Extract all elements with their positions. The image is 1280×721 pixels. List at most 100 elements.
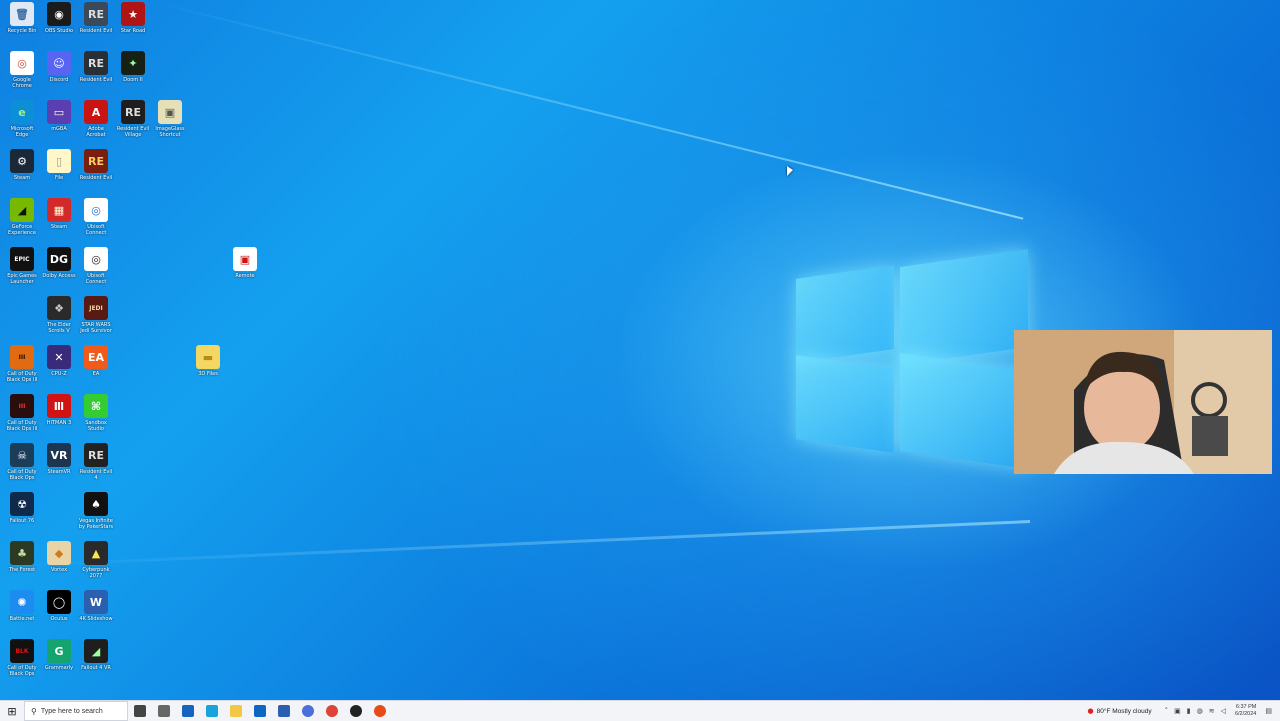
taskbar-app-chrome[interactable]: [320, 701, 344, 721]
desktop-icon[interactable]: ▬3D Files: [190, 345, 226, 377]
app-icon: 🗑: [10, 2, 34, 26]
desktop-icon[interactable]: EPICEpic Games Launcher: [4, 247, 40, 285]
app-icon: ▬: [196, 345, 220, 369]
search-placeholder: Type here to search: [41, 708, 103, 715]
taskbar-app-chrome-profile[interactable]: [296, 701, 320, 721]
desktop-icon[interactable]: REResident Evil Village: [115, 100, 151, 138]
taskbar-app-store[interactable]: [248, 701, 272, 721]
app-icon: A: [84, 100, 108, 124]
taskbar-app-file-explorer[interactable]: [224, 701, 248, 721]
taskbar-app-mail[interactable]: [176, 701, 200, 721]
desktop-icon[interactable]: ☠Call of Duty Black Ops: [4, 443, 40, 481]
taskbar-app-cortana[interactable]: [128, 701, 152, 721]
webcam-person-illustration: [1014, 330, 1272, 474]
desktop-icon[interactable]: REResident Evil: [78, 51, 114, 83]
desktop-icon[interactable]: ♣The Forest: [4, 541, 40, 573]
desktop-icon[interactable]: 🗑Recycle Bin: [4, 2, 40, 34]
network-icon[interactable]: ▣: [1174, 707, 1181, 715]
app-icon: e: [10, 100, 34, 124]
desktop-icon[interactable]: ☺Discord: [41, 51, 77, 83]
microphone-icon[interactable]: ◍: [1197, 707, 1203, 715]
desktop-icon-label: Star Road: [115, 28, 151, 34]
desktop-icon[interactable]: VR SteamVR: [41, 443, 77, 475]
desktop-icon[interactable]: ▦Steam: [41, 198, 77, 230]
desktop-icon-label: Doom II: [115, 77, 151, 83]
app-icon: ◢: [10, 198, 34, 222]
desktop-icon[interactable]: ▭mGBA: [41, 100, 77, 132]
desktop-icon[interactable]: DGDolby Access: [41, 247, 77, 279]
chevron-up-icon[interactable]: ˄: [1165, 707, 1169, 715]
clock-time: 6:37 PM: [1235, 704, 1256, 711]
weather-widget[interactable]: 80°F Mostly cloudy: [1097, 708, 1152, 715]
desktop-icon[interactable]: GGrammarly: [41, 639, 77, 671]
app-icon: ▲: [84, 541, 108, 565]
app-icon: ☠: [10, 443, 34, 467]
webcam-overlay: [1014, 330, 1272, 474]
app-icon: VR: [47, 443, 71, 467]
desktop-icon[interactable]: IIICall of Duty Black Ops III: [4, 345, 40, 383]
desktop-icon[interactable]: IIICall of Duty Black Ops III: [4, 394, 40, 432]
taskbar-app-edge[interactable]: [200, 701, 224, 721]
desktop-icon[interactable]: ⌘Sandbox Studio: [78, 394, 114, 432]
taskbar-apps: [128, 701, 392, 721]
desktop-icon-label: The Forest: [4, 567, 40, 573]
desktop-icon[interactable]: EAEA: [78, 345, 114, 377]
desktop-icon[interactable]: ◆Vortex: [41, 541, 77, 573]
desktop-icon[interactable]: ◯Oculus: [41, 590, 77, 622]
volume-icon[interactable]: ◁: [1221, 707, 1226, 715]
taskbar: ⊞ ⚲ Type here to search ● 80°F Mostly cl…: [0, 700, 1280, 721]
wifi-icon[interactable]: ≋: [1209, 707, 1215, 715]
desktop-icon[interactable]: JEDISTAR WARS Jedi Survivor: [78, 296, 114, 334]
app-icon: EPIC: [10, 247, 34, 271]
app-icon: ▣: [158, 100, 182, 124]
app-icon: ☢: [10, 492, 34, 516]
desktop-icon[interactable]: ◎Ubisoft Connect: [78, 247, 114, 285]
taskbar-search-box[interactable]: ⚲ Type here to search: [24, 701, 128, 721]
desktop-icon[interactable]: ▣Remote: [227, 247, 263, 279]
desktop-icon-label: Vegas Infinite by PokerStars: [78, 518, 114, 530]
desktop-icon-label: OBS Studio: [41, 28, 77, 34]
start-button[interactable]: ⊞: [0, 701, 24, 721]
notifications-icon[interactable]: ▤: [1265, 707, 1272, 715]
desktop-icon-label: HITMAN 3: [41, 420, 77, 426]
desktop-icon[interactable]: ☢Fallout 76: [4, 492, 40, 524]
desktop-icon[interactable]: ◎Ubisoft Connect: [78, 198, 114, 236]
desktop-icon[interactable]: REResident Evil: [78, 2, 114, 34]
obs-icon: [350, 705, 362, 717]
desktop-icon[interactable]: ❖The Elder Scrolls V: [41, 296, 77, 334]
desktop-icon[interactable]: ⅢHITMAN 3: [41, 394, 77, 426]
desktop-icon-label: Resident Evil: [78, 77, 114, 83]
desktop-icon[interactable]: ◉OBS Studio: [41, 2, 77, 34]
desktop-icon-label: SteamVR: [41, 469, 77, 475]
app-icon: DG: [47, 247, 71, 271]
taskbar-app-word[interactable]: [272, 701, 296, 721]
desktop-icon[interactable]: ▣ImageGlass Shortcut: [152, 100, 188, 138]
desktop-icon[interactable]: ✕CPU-Z: [41, 345, 77, 377]
app-icon: ▯: [47, 149, 71, 173]
desktop-icon[interactable]: eMicrosoft Edge: [4, 100, 40, 138]
taskbar-app-acrobat[interactable]: [368, 701, 392, 721]
desktop-icon[interactable]: ▲Cyberpunk 2077: [78, 541, 114, 579]
desktop-icon[interactable]: W4K Slideshow: [78, 590, 114, 622]
desktop-icon[interactable]: REResident Evil 4: [78, 443, 114, 481]
desktop-icon[interactable]: ◢Fallout 4 VR: [78, 639, 114, 671]
logo-pane-top-right: [900, 249, 1028, 365]
battery-icon[interactable]: ▮: [1187, 707, 1191, 715]
mouse-cursor: [787, 166, 793, 176]
desktop-icon[interactable]: ◢GeForce Experience: [4, 198, 40, 236]
taskbar-app-task-view[interactable]: [152, 701, 176, 721]
task-view-icon: [158, 705, 170, 717]
desktop-icon[interactable]: AAdobe Acrobat: [78, 100, 114, 138]
desktop-icon[interactable]: ◎Google Chrome: [4, 51, 40, 89]
desktop-icon[interactable]: ✺Battle.net: [4, 590, 40, 622]
desktop-icon[interactable]: ✦Doom II: [115, 51, 151, 83]
app-icon: ✕: [47, 345, 71, 369]
clock[interactable]: 6:37 PM 6/2/2024: [1235, 704, 1256, 718]
desktop-icon[interactable]: ▯File: [41, 149, 77, 181]
desktop-icon[interactable]: REResident Evil: [78, 149, 114, 181]
desktop-icon[interactable]: ♠Vegas Infinite by PokerStars: [78, 492, 114, 530]
taskbar-app-obs[interactable]: [344, 701, 368, 721]
desktop-icon[interactable]: BLKCall of Duty Black Ops: [4, 639, 40, 677]
desktop-icon[interactable]: ⚙Steam: [4, 149, 40, 181]
desktop-icon[interactable]: ★Star Road: [115, 2, 151, 34]
